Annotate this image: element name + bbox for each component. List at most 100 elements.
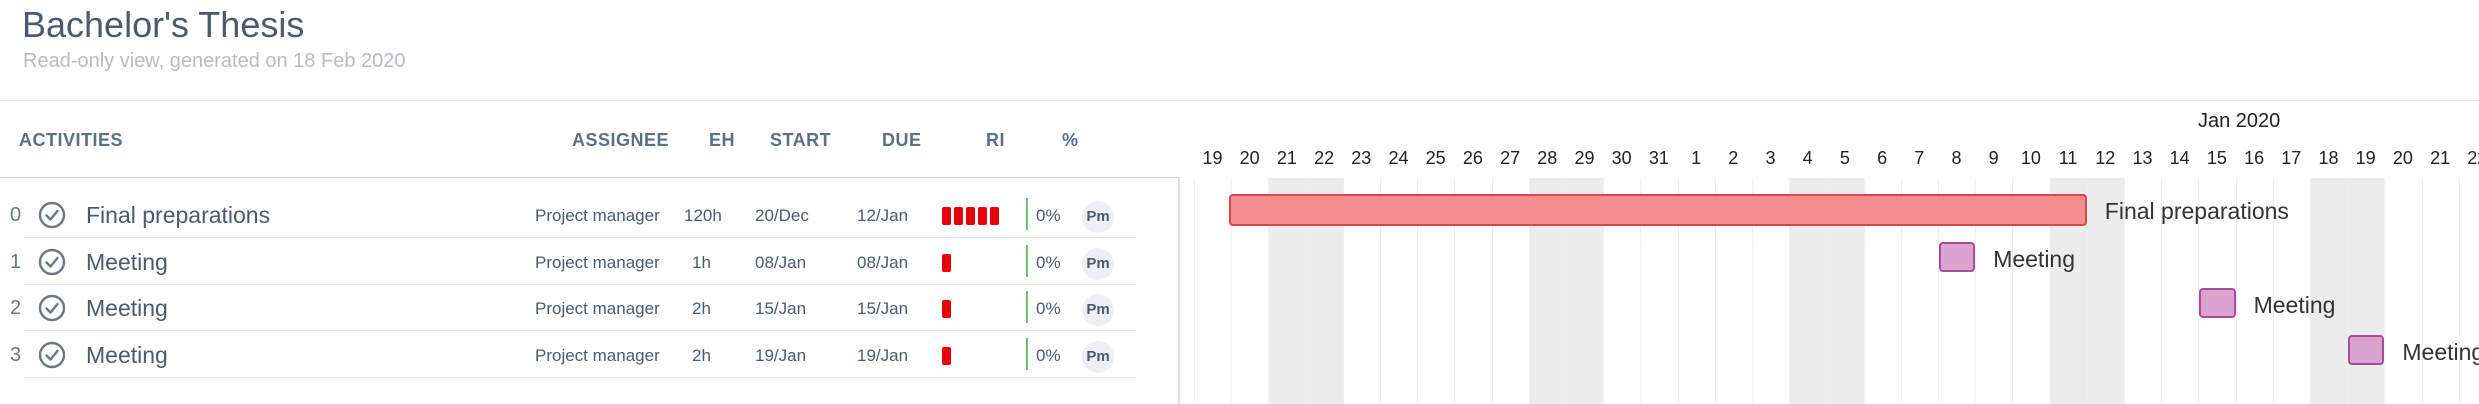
- effort-hours-cell[interactable]: 2h: [692, 299, 711, 319]
- table-header-divider: [0, 177, 1180, 178]
- activity-name[interactable]: Final preparations: [86, 202, 270, 229]
- risk-block: [942, 253, 951, 272]
- progress-value[interactable]: 0%: [1036, 346, 1061, 366]
- day-label: 20: [2392, 148, 2413, 168]
- effort-hours-cell[interactable]: 2h: [692, 346, 711, 366]
- activity-row[interactable]: 2 Meeting Project manager 2h 15/Jan 15/Jan 0% P…: [0, 285, 1140, 331]
- effort-hours-cell[interactable]: 120h: [684, 206, 722, 226]
- assignee-cell[interactable]: Project manager: [535, 299, 660, 319]
- gantt-bar-label: Meeting: [2253, 292, 2336, 318]
- day-label: 14: [2169, 148, 2190, 168]
- gantt-task-bar[interactable]: [1229, 194, 2087, 226]
- day-label: 22: [1314, 148, 1335, 168]
- progress-bar: [1026, 244, 1028, 277]
- day-label: 20: [1239, 148, 1260, 168]
- day-label: 3: [1765, 148, 1776, 168]
- day-label: 22: [2467, 148, 2479, 168]
- check-circle-icon[interactable]: [38, 341, 66, 369]
- progress-bar: [1026, 198, 1028, 230]
- progress-value[interactable]: 0%: [1036, 206, 1061, 226]
- assignee-cell[interactable]: Project manager: [535, 346, 660, 366]
- day-label: 28: [1537, 148, 1558, 168]
- day-gridline: [2384, 178, 2386, 404]
- column-header-ri[interactable]: RI: [986, 130, 1005, 151]
- table-header: ACTIVITIES ASSIGNEE EH START DUE RI %: [0, 118, 1180, 178]
- progress-value[interactable]: 0%: [1036, 253, 1061, 273]
- activity-row[interactable]: 3 Meeting Project manager 2h 19/Jan 19/Jan 0% P…: [0, 332, 1140, 378]
- activity-name[interactable]: Meeting: [86, 342, 168, 369]
- day-label: 17: [2281, 148, 2302, 168]
- weekend-column: [2310, 178, 2348, 404]
- day-label: 19: [1202, 148, 1223, 168]
- effort-hours-cell[interactable]: 1h: [692, 253, 711, 273]
- day-label: 5: [1839, 148, 1850, 168]
- due-date-cell[interactable]: 15/Jan: [857, 299, 908, 319]
- risk-block: [942, 300, 951, 318]
- check-circle-icon[interactable]: [38, 201, 66, 229]
- day-gridline: [1194, 178, 1195, 404]
- day-label: 1: [1691, 148, 1702, 168]
- risk-block: [978, 207, 987, 225]
- day-gridline: [2421, 178, 2423, 404]
- activity-name[interactable]: Meeting: [86, 295, 168, 322]
- day-gridline: [2086, 178, 2088, 404]
- start-date-cell[interactable]: 15/Jan: [755, 299, 806, 319]
- check-circle-icon[interactable]: [38, 248, 66, 276]
- activity-row[interactable]: 0 Final preparations Project manager 120h 20…: [0, 192, 1140, 238]
- progress-bar: [1026, 337, 1028, 370]
- risk-block: [966, 207, 975, 225]
- due-date-cell[interactable]: 19/Jan: [857, 346, 908, 366]
- assignee-avatar[interactable]: Pm: [1082, 294, 1114, 326]
- day-label: 21: [1276, 148, 1297, 168]
- start-date-cell[interactable]: 08/Jan: [755, 253, 806, 273]
- day-label: 23: [1351, 148, 1372, 168]
- day-gridline: [2310, 178, 2311, 404]
- column-header-progress[interactable]: %: [1062, 130, 1079, 151]
- day-label: 11: [2058, 148, 2078, 168]
- day-label: 18: [2318, 148, 2339, 168]
- assignee-cell[interactable]: Project manager: [535, 206, 660, 226]
- gantt-chart: Jan 2020 19 20 21 22 23 24 25 26 27 28 29 30 31 1 2 3 4 5…: [1180, 100, 2479, 404]
- assignee-avatar[interactable]: Pm: [1082, 340, 1114, 373]
- risk-block: [942, 346, 951, 365]
- day-label: 2: [1728, 148, 1739, 168]
- activity-row[interactable]: 1 Meeting Project manager 1h 08/Jan 08/Jan 0% P…: [0, 239, 1140, 285]
- day-label: 27: [1500, 148, 1521, 168]
- day-label: 8: [1951, 148, 1962, 168]
- day-label: 13: [2132, 148, 2153, 168]
- day-label: 25: [1425, 148, 1446, 168]
- assignee-cell[interactable]: Project manager: [535, 253, 660, 273]
- start-date-cell[interactable]: 19/Jan: [755, 346, 806, 366]
- due-date-cell[interactable]: 08/Jan: [857, 253, 908, 273]
- day-label: 16: [2244, 148, 2265, 168]
- day-label: 6: [1877, 148, 1888, 168]
- column-header-activities[interactable]: ACTIVITIES: [19, 130, 123, 151]
- day-label: 10: [2020, 148, 2041, 168]
- risk-block: [942, 207, 951, 225]
- gantt-meeting-bar[interactable]: [2348, 334, 2385, 365]
- due-date-cell[interactable]: 12/Jan: [857, 206, 908, 226]
- day-label: 7: [1914, 148, 1925, 168]
- row-index: 2: [10, 297, 22, 319]
- risk-block: [954, 207, 963, 225]
- column-header-start[interactable]: START: [770, 130, 831, 151]
- weekend-column: [2347, 178, 2385, 404]
- gantt-meeting-bar[interactable]: [2199, 288, 2236, 318]
- day-gridline: [2347, 178, 2349, 404]
- day-label: 24: [1388, 148, 1409, 168]
- row-divider: [24, 376, 1136, 378]
- day-label: 29: [1574, 148, 1595, 168]
- row-index: 3: [10, 343, 22, 366]
- risk-block: [990, 207, 999, 225]
- check-circle-icon[interactable]: [38, 294, 66, 322]
- assignee-avatar[interactable]: Pm: [1082, 247, 1114, 280]
- column-header-due[interactable]: DUE: [882, 130, 922, 151]
- column-header-eh[interactable]: EH: [709, 130, 735, 151]
- assignee-avatar[interactable]: Pm: [1082, 201, 1114, 233]
- day-label: 21: [2430, 148, 2451, 168]
- start-date-cell[interactable]: 20/Dec: [755, 206, 809, 226]
- activity-name[interactable]: Meeting: [86, 249, 168, 276]
- progress-value[interactable]: 0%: [1036, 299, 1061, 319]
- column-header-assignee[interactable]: ASSIGNEE: [572, 130, 669, 151]
- gantt-meeting-bar[interactable]: [1939, 241, 1976, 272]
